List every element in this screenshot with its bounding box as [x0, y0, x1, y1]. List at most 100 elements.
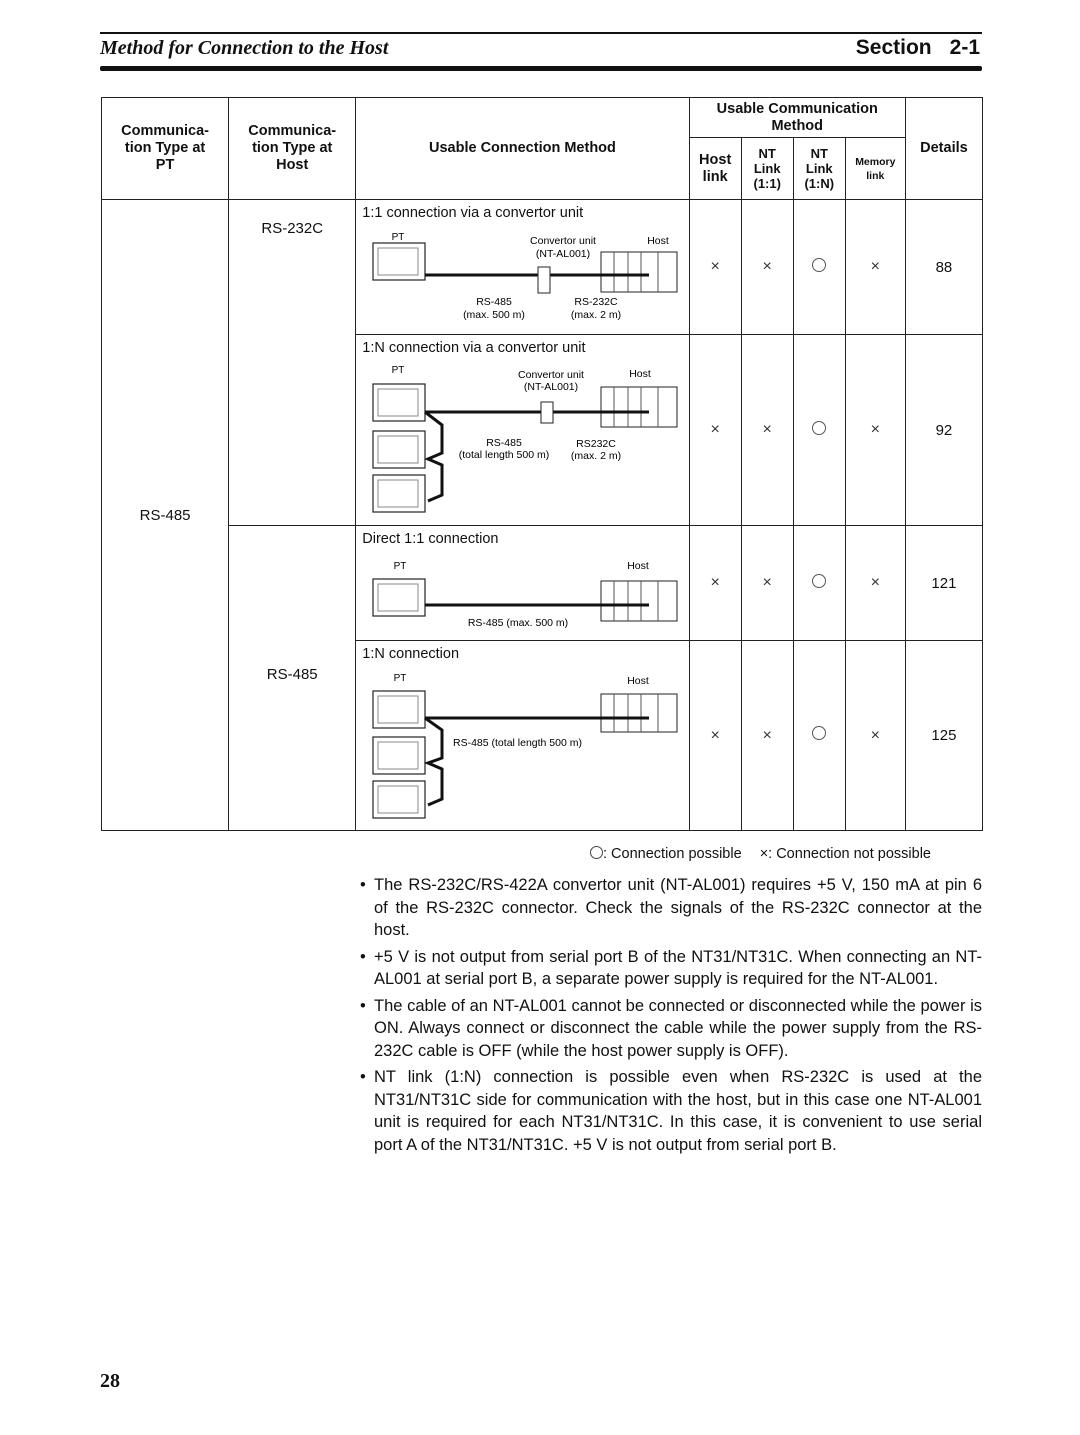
nt-link-1-1-cell: ×	[740, 525, 794, 641]
header-line: Memory	[855, 155, 896, 168]
cable-label: RS-485 (total length 500 m)	[453, 737, 582, 749]
memory-link-cell: ×	[844, 199, 906, 335]
legend-not-possible-text: : Connection not possible	[768, 846, 931, 862]
header-line: (1:1)	[753, 176, 781, 191]
header-line: tion Type at	[124, 140, 206, 156]
nt-link-1-n-cell	[792, 640, 846, 831]
legend-possible-text: : Connection possible	[603, 846, 742, 862]
multidrop-cable-line	[424, 716, 444, 807]
header-nt-link-1-n: NT Link (1:N)	[792, 137, 846, 200]
convertor-unit-icon	[540, 401, 554, 424]
section-word: Section	[855, 36, 932, 59]
header-line: PT	[155, 157, 175, 173]
pt-unit-icon	[372, 780, 426, 819]
pt-label: PT	[394, 561, 407, 572]
header-line: link	[702, 168, 728, 185]
rs232-length-label: (max. 2 m)	[571, 309, 621, 321]
header-line: Communica-	[248, 123, 337, 139]
cable-label: RS-485 (max. 500 m)	[468, 617, 568, 629]
host-link-cell: ×	[688, 199, 742, 335]
nt-link-1-1-cell: ×	[740, 334, 794, 526]
host-link-cell: ×	[688, 334, 742, 526]
header-line: Link	[805, 161, 833, 176]
nt-link-1-1-cell: ×	[740, 199, 794, 335]
symbol-legend: : Connection possible ×: Connection not …	[590, 846, 931, 862]
header-host-type: Communica- tion Type at Host	[228, 97, 357, 200]
convertor-model-label: (NT-AL001)	[524, 381, 578, 393]
host-label: Host	[627, 560, 649, 572]
header-line: Host	[276, 157, 309, 173]
rs232-label: RS-232C	[575, 296, 619, 308]
rs232-length-label: (max. 2 m)	[571, 450, 621, 462]
possible-icon	[812, 573, 827, 588]
table-row: RS-485 Direct 1:1 connection PT Host RS-…	[102, 525, 984, 831]
memory-link-cell: ×	[844, 640, 906, 831]
header-comm-method-group: Usable Communication Method	[688, 97, 906, 138]
host-link-cell: ×	[688, 525, 742, 641]
header-line: NT	[758, 146, 776, 161]
diagram-1-n: PT Host RS-485 (total length 500 m)	[372, 673, 678, 819]
multidrop-cable-line	[424, 410, 444, 503]
header-line: Link	[753, 161, 781, 176]
pt-unit-icon	[372, 430, 426, 469]
diagram-1-1-convertor: PT Convertor unit (NT-AL001) Host RS-485…	[372, 232, 678, 321]
nt-link-1-n-cell	[792, 525, 846, 641]
convertor-label: Convertor unit	[530, 235, 596, 247]
page-number: 28	[100, 1370, 120, 1392]
header-memory-link: Memory link	[844, 137, 906, 200]
host-label: Host	[627, 675, 649, 687]
note-item: The cable of an NT-AL001 cannot be conne…	[360, 995, 982, 1063]
table-row: RS-485 RS-232C 1:1 connection via a conv…	[100, 199, 984, 831]
host-link-cell: ×	[688, 640, 742, 831]
diagram-cell: 1:N connection PT Host RS-485 (total len…	[355, 640, 690, 831]
header-connection-method: Usable Connection Method	[355, 97, 690, 200]
header-host-link: Host link	[688, 137, 742, 200]
host-type-cell: RS-485	[228, 525, 357, 831]
pt-unit-icon	[372, 736, 426, 775]
convertor-label: Convertor unit	[518, 369, 584, 381]
header-line: Usable Communication	[716, 100, 878, 117]
possible-icon	[812, 420, 827, 435]
diagram-1-n-convertor: PT Convertor unit (NT-AL001) Host RS-485…	[372, 365, 678, 513]
nt-link-1-1-cell: ×	[740, 640, 794, 831]
diagram-cell: 1:1 connection via a convertor unit PT C…	[355, 199, 690, 335]
nt-link-1-n-cell	[792, 199, 846, 335]
host-unit-icon	[600, 693, 678, 733]
host-label: Host	[647, 235, 669, 247]
pt-unit-icon	[372, 242, 426, 281]
header-line: Communica-	[121, 123, 209, 139]
section-number: 2-1	[949, 36, 980, 59]
not-possible-icon: ×	[759, 846, 769, 862]
note-item: The RS-232C/RS-422A convertor unit (NT-A…	[360, 874, 982, 942]
rs485-label: RS-485	[476, 296, 512, 308]
pt-unit-icon	[372, 578, 426, 617]
diagram-cell: 1:N connection via a convertor unit PT C…	[355, 334, 690, 526]
possible-icon	[812, 257, 827, 272]
memory-link-cell: ×	[844, 525, 906, 641]
rs485-length-label: (max. 500 m)	[463, 309, 525, 321]
page-title: Method for Connection to the Host	[100, 37, 389, 59]
section-label: Section 2-1	[856, 36, 980, 60]
connection-table: Communica- tion Type at PT Communica- ti…	[100, 97, 984, 831]
rs232-label: RS232C	[576, 438, 616, 450]
header-nt-link-1-1: NT Link (1:1)	[740, 137, 794, 200]
pt-unit-icon	[372, 474, 426, 513]
header-line: NT	[810, 146, 828, 161]
legend-not-possible: ×: Connection not possible	[760, 846, 931, 862]
diagram-direct-1-1: PT Host RS-485 (max. 500 m)	[372, 560, 678, 629]
possible-icon	[812, 726, 827, 740]
header-line: tion Type at	[252, 140, 333, 156]
pt-unit-icon	[372, 690, 426, 729]
header-details: Details	[904, 97, 984, 200]
nt-link-1-n-cell	[792, 334, 846, 526]
diagram-cell: Direct 1:1 connection PT Host RS-485 (ma…	[355, 525, 690, 641]
possible-icon	[590, 846, 603, 859]
convertor-unit-icon	[537, 266, 551, 294]
header-pt-type: Communica- tion Type at PT	[100, 97, 230, 200]
header-rule	[100, 66, 982, 71]
rs485-length-label: (total length 500 m)	[459, 449, 549, 461]
header-line: (1:N)	[804, 176, 835, 191]
details-page-cell: 88	[904, 199, 984, 335]
host-type-cell: RS-232C	[228, 199, 357, 526]
pt-label: PT	[394, 673, 407, 684]
